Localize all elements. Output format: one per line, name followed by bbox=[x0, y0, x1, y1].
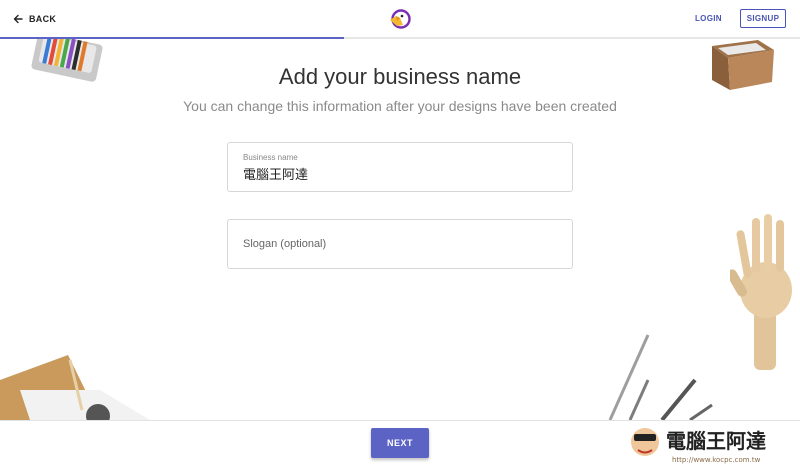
back-label: BACK bbox=[29, 14, 57, 24]
business-name-label: Business name bbox=[243, 153, 298, 162]
progress-bar bbox=[0, 37, 800, 39]
back-button[interactable]: BACK bbox=[13, 11, 56, 27]
business-name-value[interactable]: 電腦王阿達 bbox=[243, 164, 308, 183]
next-button[interactable]: NEXT bbox=[371, 428, 429, 458]
progress-fill bbox=[0, 37, 344, 39]
signup-button[interactable]: SIGNUP bbox=[740, 9, 786, 28]
slogan-placeholder[interactable]: Slogan (optional) bbox=[243, 238, 326, 250]
brand-logo[interactable] bbox=[388, 7, 412, 31]
page-title: Add your business name bbox=[278, 64, 522, 89]
back-arrow-icon bbox=[13, 14, 23, 24]
svg-text:http://www.kocpc.com.tw: http://www.kocpc.com.tw bbox=[672, 456, 761, 464]
pencils-decoration bbox=[608, 334, 713, 420]
top-bar: BACK LOGIN SIGNUP bbox=[0, 0, 800, 38]
paper-decoration bbox=[0, 355, 150, 420]
business-name-field[interactable]: Business name 電腦王阿達 bbox=[227, 142, 573, 192]
slogan-field[interactable]: Slogan (optional) bbox=[227, 219, 573, 269]
login-button[interactable]: LOGIN bbox=[695, 10, 722, 28]
watermark-logo: 電腦王阿達 http://www.kocpc.com.tw bbox=[631, 428, 766, 464]
page-subtitle: You can change this information after yo… bbox=[183, 98, 617, 114]
wooden-hand-decoration bbox=[730, 214, 792, 370]
svg-text:電腦王阿達: 電腦王阿達 bbox=[666, 429, 766, 453]
